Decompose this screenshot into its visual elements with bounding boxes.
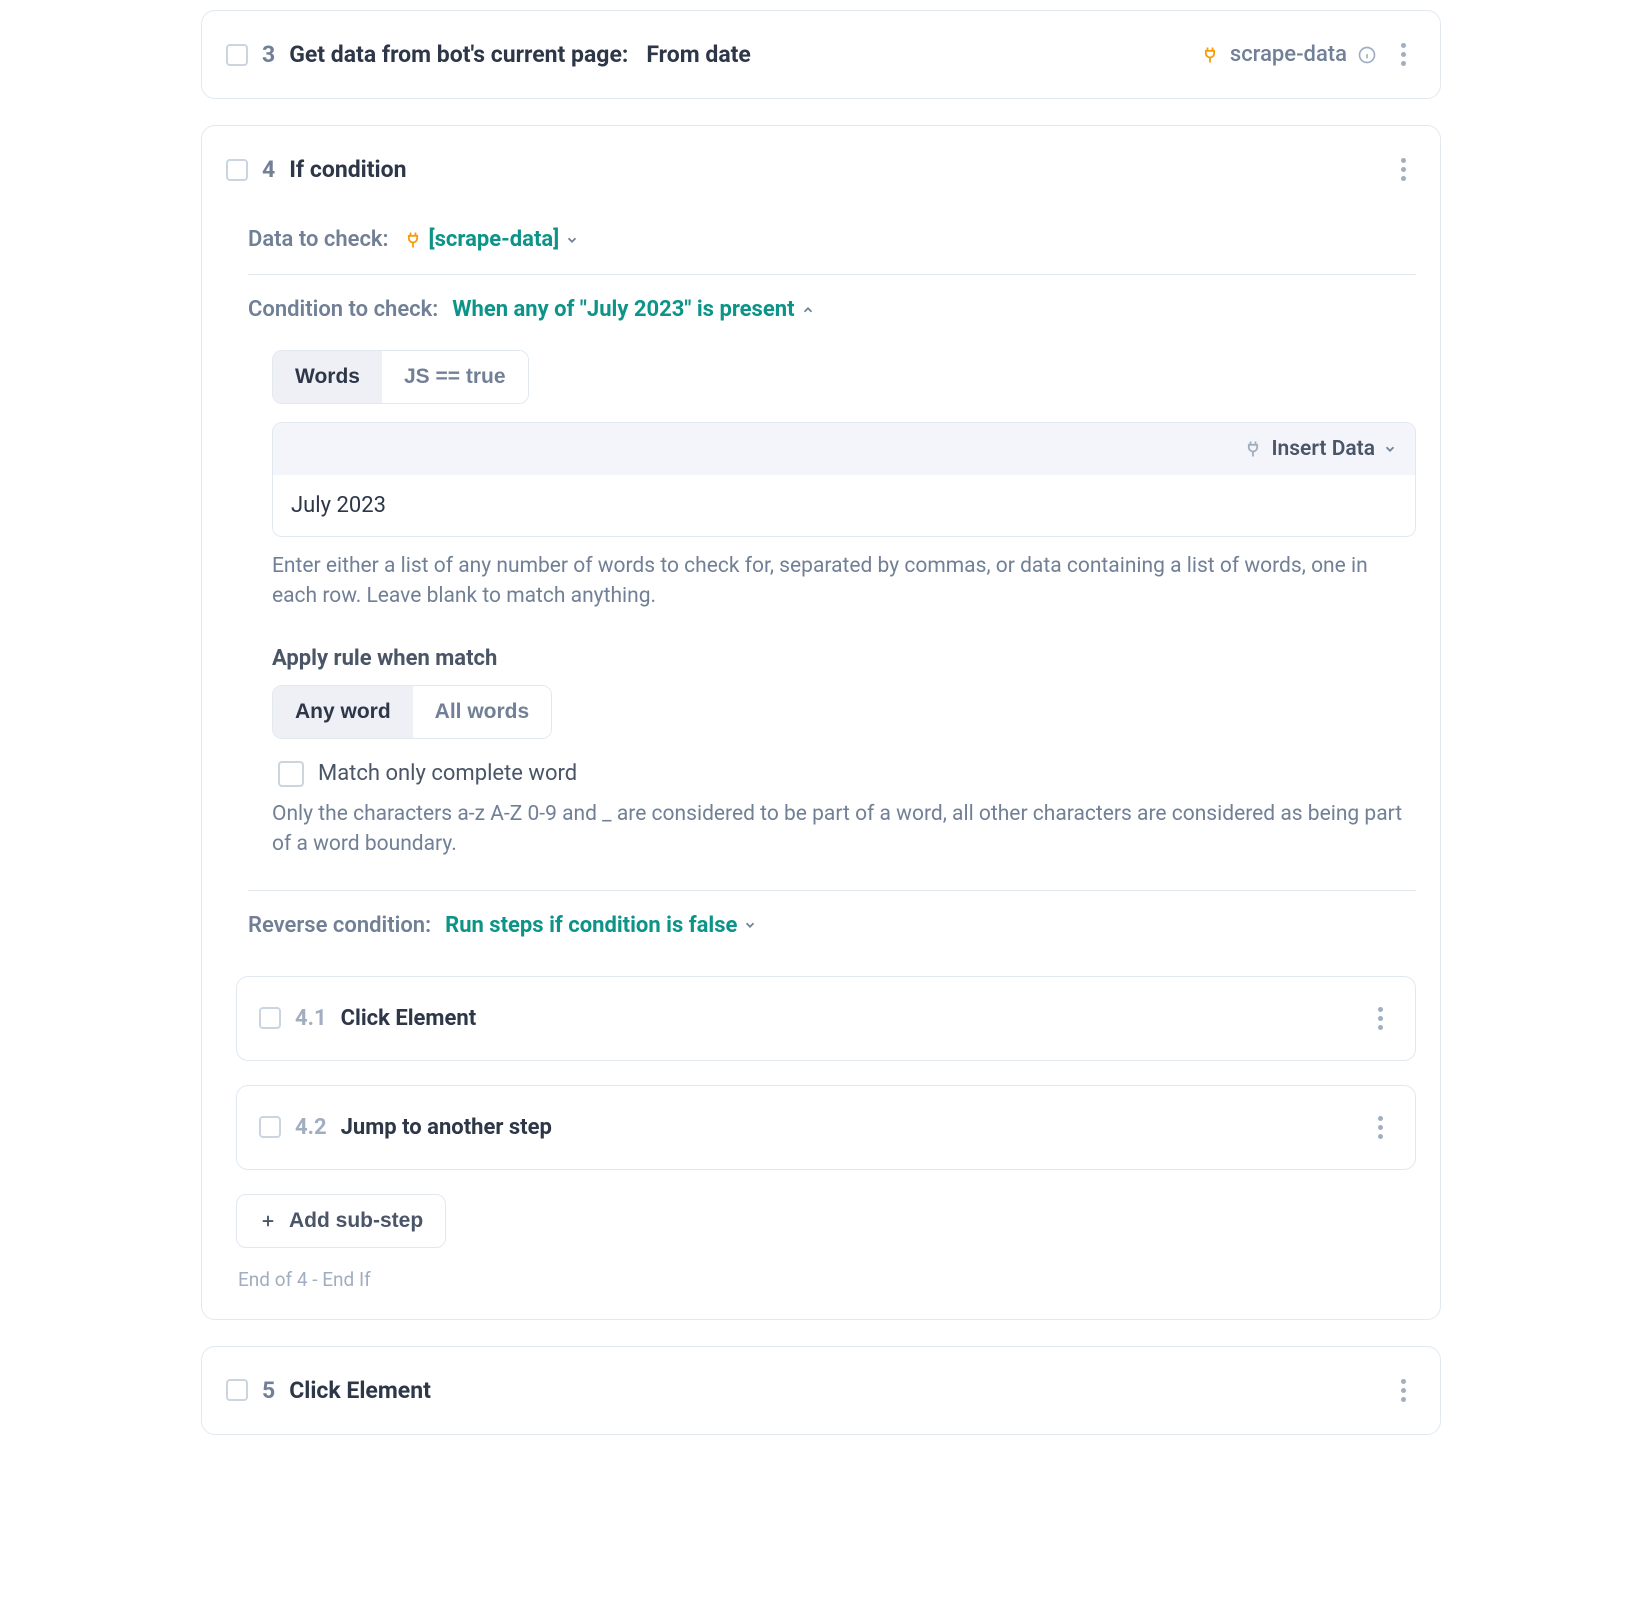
reverse-condition-dropdown[interactable]: Run steps if condition is false <box>445 913 757 938</box>
insert-data-button[interactable]: Insert Data <box>1243 437 1397 461</box>
add-substep-button[interactable]: Add sub-step <box>236 1194 446 1248</box>
step-4-card: 4 If condition Data to check: [scrape-da… <box>201 125 1441 1320</box>
condition-dropdown[interactable]: When any of "July 2023" is present <box>452 297 814 322</box>
substep-title: Click Element <box>341 1006 477 1031</box>
mode-toggle: Words JS == true <box>272 350 529 404</box>
step-4-checkbox[interactable] <box>226 159 248 181</box>
tab-words[interactable]: Words <box>273 351 382 403</box>
step-title: If condition <box>289 156 406 183</box>
match-complete-word-row: Match only complete word <box>278 761 1416 787</box>
condition-value: When any of "July 2023" is present <box>452 297 794 322</box>
panel-toolbar: Insert Data <box>273 423 1415 475</box>
match-complete-label: Match only complete word <box>318 761 577 786</box>
step-3-card: 3 Get data from bot's current page: From… <box>201 10 1441 99</box>
step-menu-button[interactable] <box>1391 152 1416 187</box>
step-number: 4 <box>262 156 275 183</box>
condition-to-check-row: Condition to check: When any of "July 20… <box>248 283 1416 336</box>
step-3-checkbox[interactable] <box>226 44 248 66</box>
step-4-body: Data to check: [scrape-data] Condition t… <box>202 213 1440 1319</box>
substep-checkbox[interactable] <box>259 1116 281 1138</box>
field-label: Data to check: <box>248 227 389 252</box>
field-label: Condition to check: <box>248 297 438 322</box>
step-header: 3 Get data from bot's current page: From… <box>202 11 1440 98</box>
plug-icon <box>403 230 423 250</box>
step-title: Get data from bot's current page: <box>289 41 628 68</box>
words-input[interactable] <box>273 475 1415 536</box>
match-mode-toggle: Any word All words <box>272 685 552 739</box>
tab-js[interactable]: JS == true <box>382 351 528 403</box>
plug-icon <box>1200 45 1220 65</box>
substep-menu-button[interactable] <box>1368 1110 1393 1145</box>
field-label: Reverse condition: <box>248 913 431 938</box>
tab-any-word[interactable]: Any word <box>273 686 413 738</box>
step-header: 5 Click Element <box>202 1347 1440 1434</box>
step-menu-button[interactable] <box>1391 37 1416 72</box>
step-header: 4 If condition <box>202 126 1440 213</box>
condition-config-panel: Words JS == true Insert Data <box>248 350 1416 860</box>
reverse-condition-row: Reverse condition: Run steps if conditio… <box>248 899 1416 952</box>
match-complete-checkbox[interactable] <box>278 761 304 787</box>
plus-icon <box>259 1212 277 1230</box>
substep-number: 4.2 <box>295 1115 327 1140</box>
chevron-down-icon <box>1383 442 1397 456</box>
tab-all-words[interactable]: All words <box>413 686 552 738</box>
chevron-down-icon <box>565 233 579 247</box>
substep-checkbox[interactable] <box>259 1007 281 1029</box>
substep-4-2[interactable]: 4.2 Jump to another step <box>236 1085 1416 1170</box>
step-5-card: 5 Click Element <box>201 1346 1441 1435</box>
step-menu-button[interactable] <box>1391 1373 1416 1408</box>
apply-rule-heading: Apply rule when match <box>272 646 1416 671</box>
substep-number: 4.1 <box>295 1006 327 1031</box>
add-substep-label: Add sub-step <box>289 1209 423 1233</box>
plug-icon <box>1243 439 1263 459</box>
tag-text: scrape-data <box>1230 42 1347 67</box>
data-to-check-dropdown[interactable]: [scrape-data] <box>403 227 580 252</box>
data-value: [scrape-data] <box>429 227 560 252</box>
insert-data-label: Insert Data <box>1271 437 1375 461</box>
step-5-checkbox[interactable] <box>226 1379 248 1401</box>
step-number: 3 <box>262 41 275 68</box>
end-if-note: End of 4 - End If <box>238 1268 1416 1291</box>
match-complete-help: Only the characters a-z A-Z 0-9 and _ ar… <box>272 799 1416 860</box>
info-icon[interactable] <box>1357 45 1377 65</box>
data-to-check-row: Data to check: [scrape-data] <box>248 213 1416 266</box>
chevron-up-icon <box>801 303 815 317</box>
reverse-value: Run steps if condition is false <box>445 913 737 938</box>
step-title-suffix: From date <box>646 41 751 68</box>
step-number: 5 <box>262 1377 275 1404</box>
step-title: Click Element <box>289 1377 431 1404</box>
chevron-down-icon <box>743 918 757 932</box>
substep-title: Jump to another step <box>341 1115 552 1140</box>
words-panel: Insert Data <box>272 422 1416 537</box>
substep-menu-button[interactable] <box>1368 1001 1393 1036</box>
words-help-text: Enter either a list of any number of wor… <box>272 551 1416 612</box>
substep-4-1[interactable]: 4.1 Click Element <box>236 976 1416 1061</box>
step-tag: scrape-data <box>1200 42 1377 67</box>
